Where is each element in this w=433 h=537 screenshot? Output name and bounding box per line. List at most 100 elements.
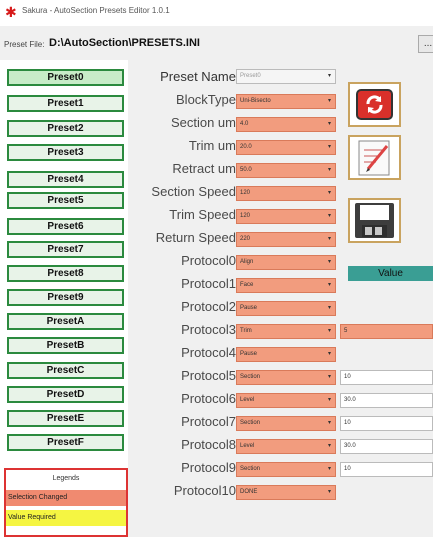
preset-button-0[interactable]: Preset0 bbox=[7, 69, 124, 86]
protocol4-select[interactable]: Pause ▾ bbox=[236, 347, 336, 362]
retract-um-value: 50.0 bbox=[240, 167, 252, 173]
legend-selection-changed: Selection Changed bbox=[6, 490, 126, 506]
field-label-protocol9: Protocol9 bbox=[181, 460, 236, 475]
protocol2-select[interactable]: Pause ▾ bbox=[236, 301, 336, 316]
field-label-protocol6: Protocol6 bbox=[181, 391, 236, 406]
preset-button-1[interactable]: Preset1 bbox=[7, 95, 124, 112]
reload-icon bbox=[356, 89, 393, 120]
protocol5-param-input[interactable]: 10 bbox=[340, 370, 433, 385]
preset-name-select[interactable]: Preset0 ▾ bbox=[236, 69, 336, 84]
chevron-down-icon: ▾ bbox=[327, 397, 331, 403]
preset-button-5[interactable]: Preset5 bbox=[7, 192, 124, 209]
title-bar: ✱ Sakura - AutoSection Presets Editor 1.… bbox=[0, 0, 433, 26]
preset-button-f[interactable]: PresetF bbox=[7, 434, 124, 451]
chevron-down-icon: ▾ bbox=[327, 121, 331, 127]
chevron-down-icon: ▾ bbox=[327, 420, 331, 426]
legend-title: Legends bbox=[52, 475, 80, 482]
legend-box: Legends Selection Changed Value Required bbox=[4, 468, 128, 537]
field-label-protocol0: Protocol0 bbox=[181, 253, 236, 268]
preset-button-8[interactable]: Preset8 bbox=[7, 265, 124, 282]
trim-um-select[interactable]: 20.0 ▾ bbox=[236, 140, 336, 155]
preset-button-9[interactable]: Preset9 bbox=[7, 289, 124, 306]
browse-button[interactable]: ... bbox=[418, 35, 433, 53]
protocol9-param-input[interactable]: 10 bbox=[340, 462, 433, 477]
trim-speed-select[interactable]: 120 ▾ bbox=[236, 209, 336, 224]
protocol8-select[interactable]: Level ▾ bbox=[236, 439, 336, 454]
protocol7-param-input[interactable]: 10 bbox=[340, 416, 433, 431]
save-icon bbox=[355, 203, 394, 238]
protocol3-value: Trim bbox=[240, 328, 252, 334]
protocol6-param-input[interactable]: 30.0 bbox=[340, 393, 433, 408]
field-label-return-speed: Return Speed bbox=[155, 230, 236, 245]
trim-um-value: 20.0 bbox=[240, 144, 252, 150]
field-label-protocol7: Protocol7 bbox=[181, 414, 236, 429]
field-label-trim-um: Trim um bbox=[188, 138, 236, 153]
field-label-protocol1: Protocol1 bbox=[181, 276, 236, 291]
chevron-down-icon: ▾ bbox=[327, 489, 331, 495]
chevron-down-icon: ▾ bbox=[327, 259, 331, 265]
section-speed-value: 120 bbox=[240, 190, 251, 196]
field-label-protocol10: Protocol10 bbox=[173, 483, 236, 498]
preset-button-b[interactable]: PresetB bbox=[7, 337, 124, 354]
field-label-protocol5: Protocol5 bbox=[181, 368, 236, 383]
section-um-select[interactable]: 4.0 ▾ bbox=[236, 117, 336, 132]
protocol6-select[interactable]: Level ▾ bbox=[236, 393, 336, 408]
preset-button-c[interactable]: PresetC bbox=[7, 362, 124, 379]
legend-value-required: Value Required bbox=[6, 510, 126, 526]
preset-button-2[interactable]: Preset2 bbox=[7, 120, 124, 137]
chevron-down-icon: ▾ bbox=[327, 73, 331, 79]
blocktype-select[interactable]: Uni-Bisecto ▾ bbox=[236, 94, 336, 109]
value-column-header: Value bbox=[348, 266, 433, 281]
protocol9-select[interactable]: Section ▾ bbox=[236, 462, 336, 477]
protocol8-value: Level bbox=[240, 443, 255, 449]
chevron-down-icon: ▾ bbox=[327, 167, 331, 173]
chevron-down-icon: ▾ bbox=[327, 144, 331, 150]
preset-button-a[interactable]: PresetA bbox=[7, 313, 124, 330]
section-speed-select[interactable]: 120 ▾ bbox=[236, 186, 336, 201]
protocol5-select[interactable]: Section ▾ bbox=[236, 370, 336, 385]
protocol0-select[interactable]: Align ▾ bbox=[236, 255, 336, 270]
protocol7-value: Section bbox=[240, 420, 261, 426]
protocol5-value: Section bbox=[240, 374, 261, 380]
chevron-down-icon: ▾ bbox=[327, 282, 331, 288]
field-label-trim-speed: Trim Speed bbox=[169, 207, 236, 222]
window-title: Sakura - AutoSection Presets Editor 1.0.… bbox=[22, 6, 170, 15]
reload-button[interactable] bbox=[348, 82, 401, 127]
protocol9-value: Section bbox=[240, 466, 261, 472]
protocol10-select[interactable]: DONE ▾ bbox=[236, 485, 336, 500]
return-speed-select[interactable]: 220 ▾ bbox=[236, 232, 336, 247]
save-button[interactable] bbox=[348, 198, 401, 243]
protocol2-value: Pause bbox=[240, 305, 258, 311]
retract-um-select[interactable]: 50.0 ▾ bbox=[236, 163, 336, 178]
chevron-down-icon: ▾ bbox=[327, 98, 331, 104]
chevron-down-icon: ▾ bbox=[327, 328, 331, 334]
protocol1-value: Face bbox=[240, 282, 254, 288]
field-label-protocol8: Protocol8 bbox=[181, 437, 236, 452]
chevron-down-icon: ▾ bbox=[327, 236, 331, 242]
protocol8-param-input[interactable]: 30.0 bbox=[340, 439, 433, 454]
edit-icon bbox=[358, 140, 390, 176]
chevron-down-icon: ▾ bbox=[327, 190, 331, 196]
return-speed-value: 220 bbox=[240, 236, 251, 242]
protocol0-value: Align bbox=[240, 259, 254, 265]
protocol3-select[interactable]: Trim ▾ bbox=[236, 324, 336, 339]
preset-button-e[interactable]: PresetE bbox=[7, 410, 124, 427]
protocol3-param-input[interactable]: 5 bbox=[340, 324, 433, 339]
preset-button-d[interactable]: PresetD bbox=[7, 386, 124, 403]
field-label-protocol3: Protocol3 bbox=[181, 322, 236, 337]
field-label-section-um: Section um bbox=[170, 115, 236, 130]
protocol6-value: Level bbox=[240, 397, 255, 403]
chevron-down-icon: ▾ bbox=[327, 305, 331, 311]
file-bar: Preset File: D:\AutoSection\PRESETS.INI … bbox=[0, 26, 433, 60]
chevron-down-icon: ▾ bbox=[327, 374, 331, 380]
protocol1-select[interactable]: Face ▾ bbox=[236, 278, 336, 293]
preset-button-4[interactable]: Preset4 bbox=[7, 171, 124, 188]
preset-button-3[interactable]: Preset3 bbox=[7, 144, 124, 161]
protocol7-select[interactable]: Section ▾ bbox=[236, 416, 336, 431]
preset-name-value: Preset0 bbox=[240, 73, 261, 79]
preset-button-6[interactable]: Preset6 bbox=[7, 218, 124, 235]
file-label: Preset File: bbox=[4, 40, 45, 49]
preset-button-7[interactable]: Preset7 bbox=[7, 241, 124, 258]
field-label-blocktype: BlockType bbox=[176, 92, 236, 107]
edit-button[interactable] bbox=[348, 135, 401, 180]
